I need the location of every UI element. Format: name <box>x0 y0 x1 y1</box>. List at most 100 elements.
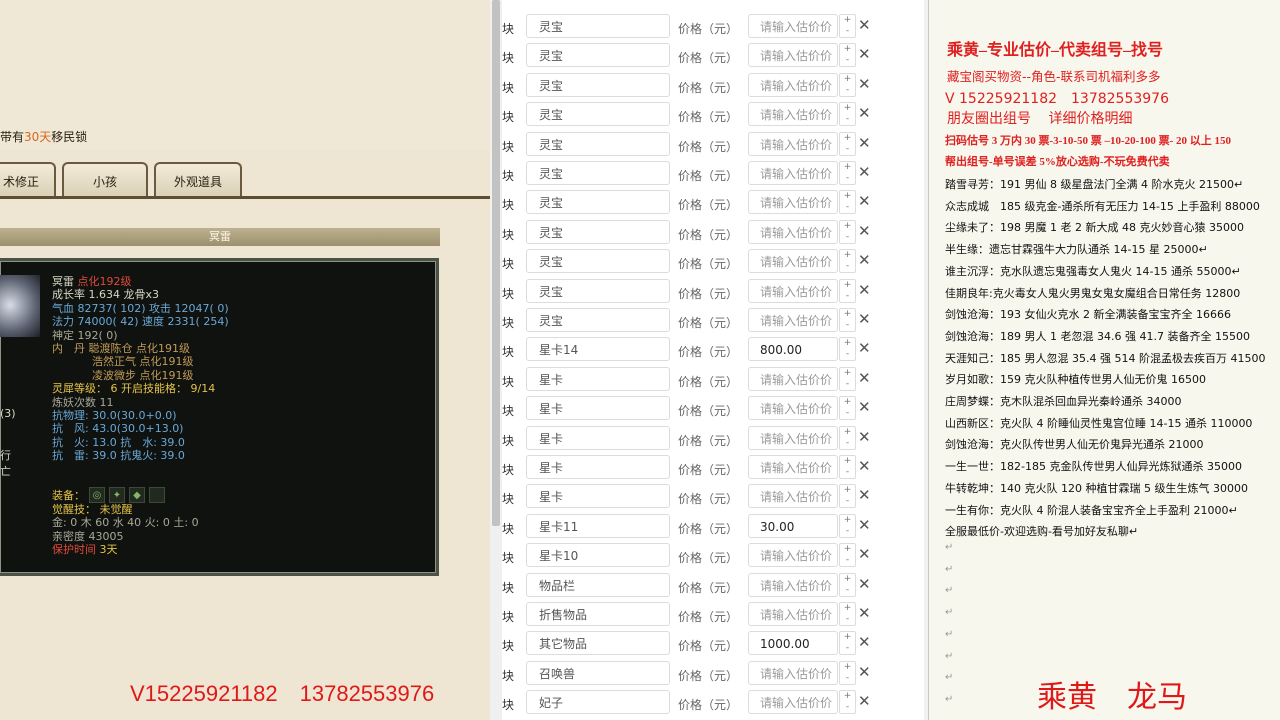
item-name-field[interactable]: 灵宝 <box>526 14 670 38</box>
item-name-field[interactable]: 灵宝 <box>526 102 670 127</box>
remove-row-icon[interactable]: ✕ <box>858 663 871 681</box>
price-stepper[interactable]: + - <box>839 602 856 626</box>
price-input[interactable]: 请输入估价价 <box>748 690 838 715</box>
stepper-minus-icon[interactable]: - <box>840 26 855 37</box>
remove-row-icon[interactable]: ✕ <box>858 516 871 534</box>
stepper-plus-icon[interactable]: + <box>840 368 855 379</box>
stepper-plus-icon[interactable]: + <box>840 485 855 496</box>
remove-row-icon[interactable]: ✕ <box>858 339 871 357</box>
stepper-plus-icon[interactable]: + <box>840 632 855 643</box>
remove-row-icon[interactable]: ✕ <box>858 633 871 651</box>
item-name-field[interactable]: 星卡11 <box>526 513 670 538</box>
stepper-minus-icon[interactable]: - <box>840 349 855 360</box>
remove-row-icon[interactable]: ✕ <box>858 192 871 210</box>
remove-row-icon[interactable]: ✕ <box>858 457 871 475</box>
item-name-field[interactable]: 折售物品 <box>526 602 670 626</box>
stepper-minus-icon[interactable]: - <box>840 526 855 537</box>
price-stepper[interactable]: + - <box>839 484 856 509</box>
item-name-field[interactable]: 星卡 <box>526 366 670 391</box>
price-stepper[interactable]: + - <box>839 396 856 421</box>
remove-row-icon[interactable]: ✕ <box>858 45 871 63</box>
price-stepper[interactable]: + - <box>839 631 856 656</box>
tab-skill-fix[interactable]: 术修正 <box>0 162 56 198</box>
price-stepper[interactable]: + - <box>839 249 856 274</box>
item-name-field[interactable]: 星卡 <box>526 455 670 479</box>
price-stepper[interactable]: + - <box>839 131 856 156</box>
stepper-plus-icon[interactable]: + <box>840 544 855 555</box>
price-stepper[interactable]: + - <box>839 543 856 568</box>
price-stepper[interactable]: + - <box>839 43 856 68</box>
price-input[interactable]: 请输入估价价 <box>748 455 838 479</box>
stepper-plus-icon[interactable]: + <box>840 15 855 26</box>
remove-row-icon[interactable]: ✕ <box>858 369 871 387</box>
stepper-minus-icon[interactable]: - <box>840 114 855 125</box>
remove-row-icon[interactable]: ✕ <box>858 75 871 93</box>
item-name-field[interactable]: 物品栏 <box>526 572 670 597</box>
stepper-minus-icon[interactable]: - <box>840 291 855 302</box>
stepper-minus-icon[interactable]: - <box>840 467 855 478</box>
item-name-field[interactable]: 灵宝 <box>526 308 670 332</box>
remove-row-icon[interactable]: ✕ <box>858 281 871 299</box>
item-name-field[interactable]: 灵宝 <box>526 72 670 97</box>
price-input[interactable]: 请输入估价价 <box>748 602 838 626</box>
price-stepper[interactable]: + - <box>839 278 856 303</box>
stepper-plus-icon[interactable]: + <box>840 662 855 673</box>
remove-row-icon[interactable]: ✕ <box>858 104 871 122</box>
stepper-plus-icon[interactable]: + <box>840 603 855 614</box>
tab-appearance[interactable]: 外观道具 <box>154 162 242 198</box>
stepper-plus-icon[interactable]: + <box>840 574 855 585</box>
remove-row-icon[interactable]: ✕ <box>858 545 871 563</box>
price-stepper[interactable]: + - <box>839 14 856 38</box>
remove-row-icon[interactable]: ✕ <box>858 251 871 269</box>
stepper-plus-icon[interactable]: + <box>840 515 855 526</box>
stepper-minus-icon[interactable]: - <box>840 585 855 596</box>
stepper-plus-icon[interactable]: + <box>840 133 855 144</box>
stepper-plus-icon[interactable]: + <box>840 309 855 320</box>
stepper-minus-icon[interactable]: - <box>840 55 855 66</box>
price-stepper[interactable]: + - <box>839 690 856 715</box>
price-input[interactable]: 请输入估价价 <box>748 425 838 450</box>
stepper-minus-icon[interactable]: - <box>840 320 855 331</box>
price-stepper[interactable]: + - <box>839 219 856 244</box>
stepper-minus-icon[interactable]: - <box>840 702 855 713</box>
item-name-field[interactable]: 灵宝 <box>526 161 670 185</box>
price-input[interactable]: 30.00 <box>748 513 838 538</box>
stepper-plus-icon[interactable]: + <box>840 74 855 85</box>
tab-child[interactable]: 小孩 <box>62 162 148 198</box>
stepper-minus-icon[interactable]: - <box>840 408 855 419</box>
stepper-minus-icon[interactable]: - <box>840 379 855 390</box>
item-name-field[interactable]: 星卡14 <box>526 337 670 362</box>
stepper-minus-icon[interactable]: - <box>840 614 855 625</box>
price-input[interactable]: 请输入估价价 <box>748 308 838 332</box>
price-stepper[interactable]: + - <box>839 102 856 127</box>
price-input[interactable]: 请输入估价价 <box>748 543 838 568</box>
price-input[interactable]: 请输入估价价 <box>748 102 838 127</box>
price-input[interactable]: 800.00 <box>748 337 838 362</box>
stepper-minus-icon[interactable]: - <box>840 555 855 566</box>
equip-slot-empty-icon[interactable] <box>149 487 165 503</box>
stepper-minus-icon[interactable]: - <box>840 643 855 654</box>
stepper-minus-icon[interactable]: - <box>840 232 855 243</box>
stepper-plus-icon[interactable]: + <box>840 456 855 467</box>
price-stepper[interactable]: + - <box>839 161 856 185</box>
remove-row-icon[interactable]: ✕ <box>858 16 871 34</box>
item-name-field[interactable]: 星卡 <box>526 396 670 421</box>
stepper-plus-icon[interactable]: + <box>840 397 855 408</box>
remove-row-icon[interactable]: ✕ <box>858 428 871 446</box>
price-stepper[interactable]: + - <box>839 337 856 362</box>
price-stepper[interactable]: + - <box>839 660 856 685</box>
item-name-field[interactable]: 灵宝 <box>526 249 670 274</box>
equip-slot-ring-icon[interactable]: ◎ <box>89 487 105 503</box>
remove-row-icon[interactable]: ✕ <box>858 310 871 328</box>
remove-row-icon[interactable]: ✕ <box>858 575 871 593</box>
stepper-plus-icon[interactable]: + <box>840 691 855 702</box>
stepper-minus-icon[interactable]: - <box>840 202 855 213</box>
price-input[interactable]: 请输入估价价 <box>748 396 838 421</box>
stepper-plus-icon[interactable]: + <box>840 44 855 55</box>
item-name-field[interactable]: 灵宝 <box>526 219 670 244</box>
stepper-plus-icon[interactable]: + <box>840 280 855 291</box>
stepper-plus-icon[interactable]: + <box>840 103 855 114</box>
item-name-field[interactable]: 灵宝 <box>526 131 670 156</box>
item-name-field[interactable]: 灵宝 <box>526 190 670 215</box>
item-name-field[interactable]: 星卡 <box>526 484 670 509</box>
